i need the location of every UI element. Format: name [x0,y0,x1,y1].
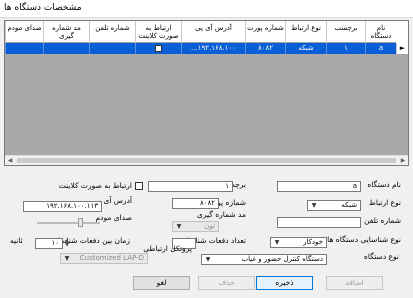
add-button[interactable]: اضافه [326,276,383,290]
label-input[interactable]: ۱ [148,181,233,192]
ip-input[interactable]: ۱۹۲.۱۶۸.۱۰۰.۱۱۳ [23,201,102,212]
phone-label: شماره تلفن [364,216,401,225]
horizontal-scrollbar[interactable]: ◀ ▶ [5,155,408,165]
cell-ip[interactable]: ...۱۹۲.۱۶۸.۱۰۰ [181,43,245,54]
cell-connection-type[interactable]: شبکه [285,43,326,54]
phone-input[interactable] [277,217,361,228]
save-button[interactable]: ذخیره [256,276,313,290]
cell-phone[interactable] [89,43,135,54]
scrollbar-thumb[interactable] [17,158,396,163]
scroll-right-icon[interactable]: ▶ [398,156,408,165]
col-header-dial-mode[interactable]: مد شماره گیری [43,21,89,43]
client-connection-label: ارتباط به صورت کلاینت [58,181,132,190]
cell-client-connection[interactable] [135,43,181,54]
modem-sound-label: صدای مودم [95,213,132,222]
cancel-button[interactable]: لغو [133,276,190,290]
dial-mode-label: مد شماره گیری [196,210,246,219]
connection-type-select[interactable]: ▼ شبکه [307,200,361,211]
col-header-ip[interactable]: آدرس آی پی [181,21,245,43]
cell-device-name[interactable]: a [365,43,396,54]
device-id-type-label: نوع شناسایی دستگاه ها [327,235,401,244]
protocol-label: پروتکل ارتباطی [143,244,192,253]
chevron-down-icon[interactable]: ▼ [203,255,213,264]
col-header-phone[interactable]: شماره تلفن [89,21,135,43]
col-header-label[interactable]: برچسب [326,21,365,43]
chevron-down-icon[interactable]: ▼ [174,222,184,231]
row-header-corner [396,21,408,43]
grid-header: صدای مودم مد شماره گیری شماره تلفن ارتبا… [5,21,408,43]
device-name-label: نام دستگاه [367,180,401,189]
device-type-select[interactable]: ▼ دستگاه کنترل حضور و غیاب [201,254,327,265]
id-interval-unit: ثانیه [10,236,23,245]
client-connection-checkbox-input[interactable] [135,182,143,190]
cell-modem-sound[interactable] [5,43,43,54]
chevron-down-icon[interactable]: ▼ [272,238,282,247]
device-type-label: نوع دستگاه [363,252,399,261]
modem-sound-slider-thumb[interactable] [78,218,84,227]
col-header-device-name[interactable]: نام دستگاه [365,21,396,43]
table-row[interactable]: ...۱۹۲.۱۶۸.۱۰۰ ۸۰۸۲ شبکه ۱ a ► [5,43,408,54]
title-bar: مشخصات دستگاه ها [0,0,413,18]
id-interval-input[interactable]: ۱۰ [35,238,63,249]
col-header-port[interactable]: شماره پورت [245,21,285,43]
cell-dial-mode[interactable] [43,43,89,54]
device-name-input[interactable]: a [277,181,361,192]
col-header-client-connection[interactable]: ارتباط به صورت کلاینت [135,21,181,43]
col-header-modem-sound[interactable]: صدای مودم [5,21,43,43]
col-header-connection-type[interactable]: نوع ارتباط [285,21,326,43]
chevron-down-icon[interactable]: ▼ [62,254,72,263]
window-title: مشخصات دستگاه ها [4,3,82,13]
chevron-down-icon[interactable]: ▼ [309,201,319,210]
device-id-type-select[interactable]: ▼ خودکار [270,237,327,248]
scroll-left-icon[interactable]: ◀ [5,156,15,165]
delete-button[interactable]: حذف [198,276,255,290]
dial-mode-select[interactable]: ▼ تون [172,221,219,232]
client-connection-checkbox[interactable] [155,44,162,52]
devices-grid[interactable]: صدای مودم مد شماره گیری شماره تلفن ارتبا… [4,20,409,166]
protocol-select[interactable]: ▼ Customized LAP-D [60,253,148,264]
cell-label[interactable]: ۱ [326,43,365,54]
connection-type-label: نوع ارتباط [368,198,401,207]
modem-sound-slider[interactable] [37,222,100,224]
row-selector-icon[interactable]: ► [396,43,408,54]
port-input[interactable]: ۸۰۸۲ [172,198,219,209]
cell-port[interactable]: ۸۰۸۲ [245,43,285,54]
spinner-arrows-icon[interactable]: ▲ ▼ [63,239,71,248]
